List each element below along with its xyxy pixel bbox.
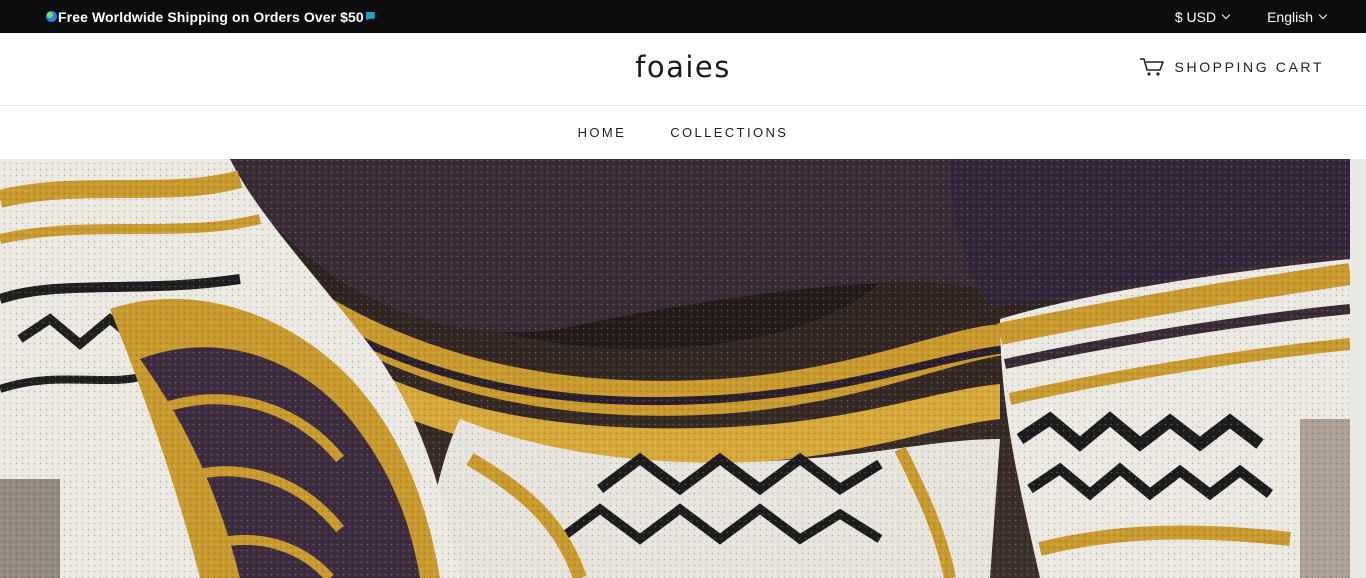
locale-selectors: $ USD English: [1174, 0, 1328, 33]
site-header: foaies SHOPPING CART: [0, 33, 1366, 106]
chevron-down-icon: [1318, 10, 1328, 19]
language-value: English: [1267, 8, 1313, 25]
announcement-text: Free Worldwide Shipping on Orders Over $…: [58, 8, 364, 25]
shopping-cart-link[interactable]: SHOPPING CART: [1139, 57, 1324, 77]
page-scrollbar[interactable]: [1350, 159, 1366, 578]
site-logo[interactable]: foaies: [635, 50, 731, 84]
language-selector[interactable]: English: [1267, 8, 1328, 25]
nav-item-collections[interactable]: COLLECTIONS: [670, 125, 788, 140]
currency-value: $ USD: [1174, 8, 1217, 25]
announcement-bar: Free Worldwide Shipping on Orders Over $…: [0, 0, 1366, 33]
woven-blanket-image: [0, 159, 1350, 578]
announcement-message: Free Worldwide Shipping on Orders Over $…: [46, 0, 375, 33]
currency-selector[interactable]: $ USD: [1174, 8, 1231, 25]
flag-icon: [365, 12, 375, 21]
globe-icon: [46, 11, 57, 22]
hero-banner-image: [0, 159, 1350, 578]
chevron-down-icon: [1221, 10, 1231, 19]
cart-icon: [1139, 58, 1164, 76]
cart-label: SHOPPING CART: [1174, 59, 1324, 75]
nav-item-home[interactable]: HOME: [578, 125, 627, 140]
main-nav: HOME COLLECTIONS: [0, 106, 1366, 159]
